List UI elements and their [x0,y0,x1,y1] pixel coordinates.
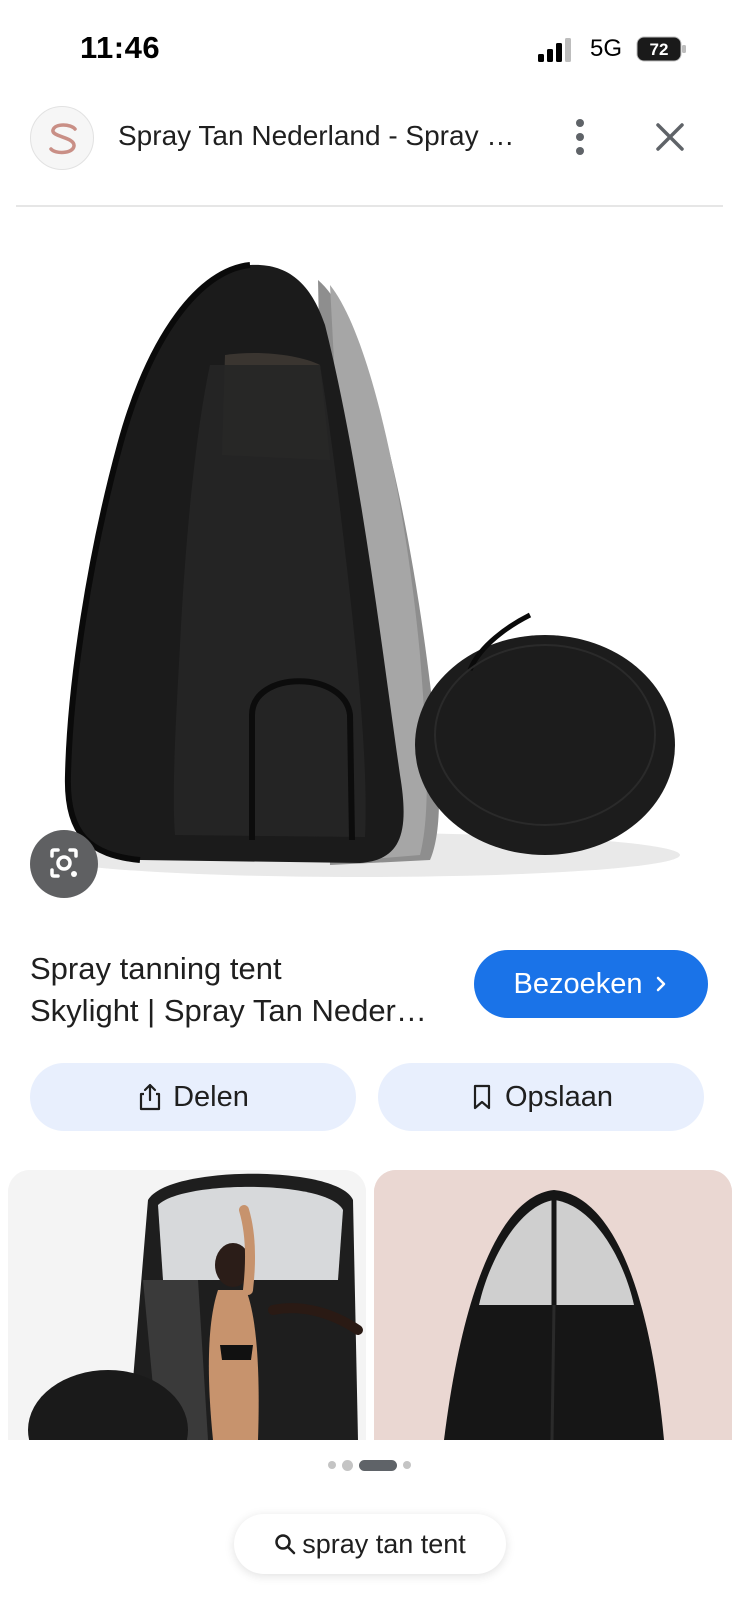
image-pager [0,1458,739,1472]
site-title[interactable]: Spray Tan Nederland - Spray tanning tent… [118,120,518,152]
share-label: Delen [173,1080,249,1113]
related-image-1-graphic [8,1170,366,1440]
visit-label: Bezoeken [513,967,643,1000]
result-title-line1: Spray tanning tent [30,951,282,986]
save-button[interactable]: Opslaan [378,1063,704,1131]
share-icon [140,1083,161,1111]
close-icon[interactable] [648,115,692,159]
related-image-1[interactable] [8,1170,366,1440]
related-image-2[interactable] [374,1170,732,1440]
pager-dot-active[interactable] [359,1459,397,1471]
result-title[interactable]: Spray tanning tent Skylight | Spray Tan … [30,948,430,1032]
chevron-right-icon [656,976,665,992]
battery-level: 72 [650,40,669,59]
pager-dot[interactable] [342,1459,353,1471]
header-divider [16,205,723,207]
more-vert-icon[interactable] [560,115,600,159]
pager-dot[interactable] [328,1461,336,1469]
main-product-image[interactable] [0,215,739,915]
save-label: Opslaan [504,1080,613,1113]
result-header: Spray Tan Nederland - Spray tanning tent… [0,100,739,206]
search-icon [275,1534,296,1555]
google-lens-icon [50,848,78,878]
battery-icon: 72 [636,36,686,62]
result-title-line2: Skylight | Spray Tan Nederland [30,993,430,1028]
status-bar: 11:46 5G 72 [0,0,739,100]
network-type: 5G [590,35,623,62]
bookmark-icon [473,1084,491,1110]
share-button[interactable]: Delen [30,1063,356,1131]
status-time: 11:46 [80,30,161,65]
site-logo[interactable] [30,106,94,170]
search-chip-label: spray tan tent [302,1528,466,1559]
lens-button[interactable] [30,830,98,898]
pager-dot[interactable] [403,1461,411,1469]
visit-button[interactable]: Bezoeken [474,950,708,1018]
related-image-2-graphic [374,1170,732,1440]
s-logo-icon [49,123,77,155]
search-chip[interactable]: spray tan tent [234,1514,506,1574]
signal-icon [538,38,571,62]
